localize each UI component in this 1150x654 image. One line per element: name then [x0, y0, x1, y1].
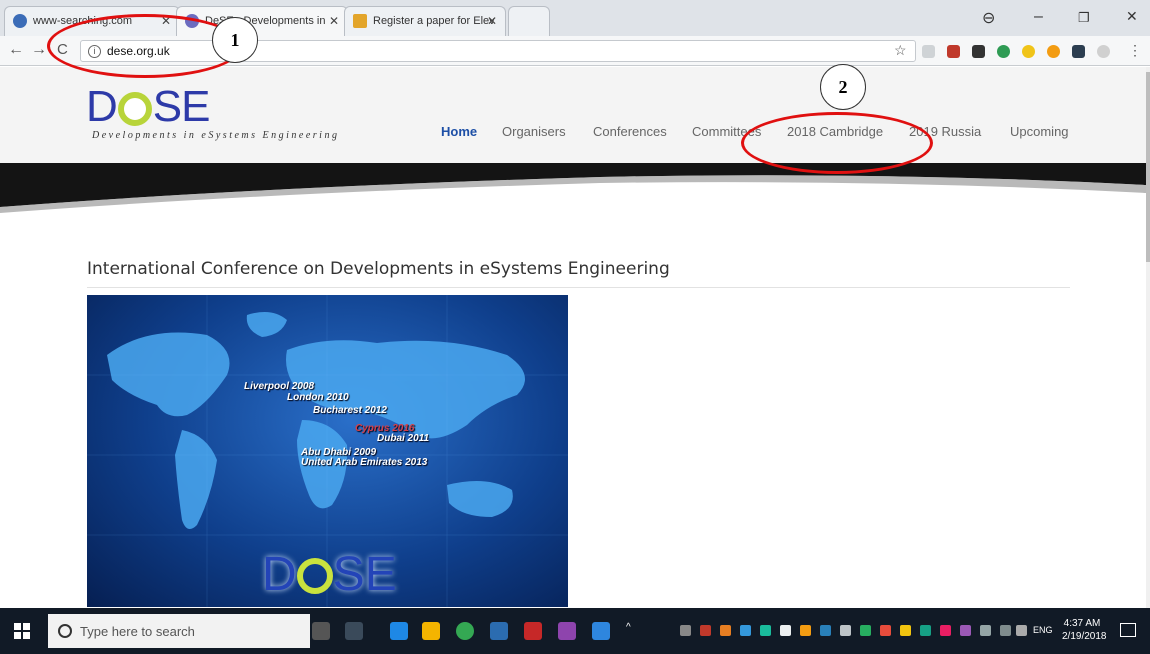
- page-headline: International Conference on Developments…: [87, 259, 670, 279]
- tray-icon[interactable]: [900, 625, 911, 636]
- extension-icon[interactable]: [1047, 45, 1060, 58]
- nav-upcoming[interactable]: Upcoming: [1010, 124, 1069, 139]
- city-label: Liverpool 2008: [244, 381, 315, 392]
- scrollbar-thumb[interactable]: [1146, 72, 1150, 262]
- tray-icon[interactable]: [780, 625, 791, 636]
- banner-dese-logo: D SE: [262, 547, 397, 602]
- restore-icon[interactable]: ❐: [1078, 10, 1090, 26]
- tray-icon[interactable]: [940, 625, 951, 636]
- extension-icon[interactable]: [947, 45, 960, 58]
- logo-d: D: [86, 82, 118, 131]
- dese-logo[interactable]: D SE: [86, 82, 211, 132]
- clock-date: 2/19/2018: [1062, 631, 1107, 642]
- back-icon[interactable]: ←: [8, 41, 24, 59]
- clock-time: 4:37 AM: [1063, 618, 1101, 629]
- close-window-icon[interactable]: ✕: [1126, 8, 1138, 25]
- language-indicator[interactable]: ENG: [1033, 625, 1053, 635]
- bookmark-star-icon[interactable]: ☆: [894, 42, 907, 59]
- app-icon[interactable]: [490, 622, 508, 640]
- taskbar-search-input[interactable]: Type here to search: [48, 614, 310, 648]
- city-label: Dubai 2011: [377, 433, 430, 444]
- banner-logo-d: D: [262, 548, 297, 601]
- cortana-icon: [58, 624, 72, 638]
- site-tagline: Developments in eSystems Engineering: [92, 130, 340, 141]
- extension-icon[interactable]: [997, 45, 1010, 58]
- wifi-icon[interactable]: [1000, 625, 1011, 636]
- tray-icon[interactable]: [920, 625, 931, 636]
- tab-register[interactable]: Register a paper for Elev ✕: [344, 6, 506, 36]
- nav-home[interactable]: Home: [441, 124, 477, 139]
- tray-icon[interactable]: [700, 625, 711, 636]
- banner-logo-se: SE: [332, 548, 397, 601]
- tray-icon[interactable]: [680, 625, 691, 636]
- tray-icon[interactable]: [960, 625, 971, 636]
- header-swoosh-divider: [0, 163, 1146, 213]
- tray-icon[interactable]: [740, 625, 751, 636]
- menu-icon[interactable]: ⋮: [1128, 42, 1142, 59]
- profile-icon[interactable]: ⊖: [982, 8, 995, 28]
- web-page: D SE Developments in eSystems Engineering…: [0, 67, 1150, 608]
- edge-icon[interactable]: [390, 622, 408, 640]
- windows-taskbar: Type here to search ^ ENG 4:37 AM 2/19/2…: [0, 608, 1150, 654]
- extension-icon[interactable]: [1072, 45, 1085, 58]
- minimize-icon[interactable]: –: [1034, 8, 1043, 26]
- tray-icon[interactable]: [800, 625, 811, 636]
- headline-divider: [87, 287, 1070, 288]
- extension-icon[interactable]: [1022, 45, 1035, 58]
- nav-organisers[interactable]: Organisers: [502, 124, 566, 139]
- app-icon[interactable]: [558, 622, 576, 640]
- banner-logo-o-ring-icon: [296, 558, 333, 594]
- site-header: D SE Developments in eSystems Engineering…: [0, 67, 1146, 167]
- search-favicon-icon: [13, 14, 27, 28]
- windows-start-icon[interactable]: [14, 623, 30, 639]
- extension-icon[interactable]: [922, 45, 935, 58]
- close-icon[interactable]: ✕: [329, 14, 339, 28]
- store-icon[interactable]: [422, 622, 440, 640]
- tray-icon[interactable]: [760, 625, 771, 636]
- tray-icon[interactable]: [840, 625, 851, 636]
- tray-icon[interactable]: [720, 625, 731, 636]
- annotation-marker-2: 2: [820, 64, 866, 110]
- forward-icon[interactable]: →: [31, 41, 47, 59]
- city-label: United Arab Emirates 2013: [301, 457, 428, 468]
- notification-center-icon[interactable]: [1120, 623, 1136, 637]
- register-favicon-icon: [353, 14, 367, 28]
- tab-title: Register a paper for Elev: [373, 15, 495, 27]
- annotation-marker-1: 1: [212, 17, 258, 63]
- app-icon[interactable]: [592, 622, 610, 640]
- annotation-ring-2: [741, 112, 933, 174]
- world-map-banner: Liverpool 2008 London 2010 Bucharest 201…: [87, 295, 568, 607]
- logo-o-ring-icon: [117, 92, 152, 126]
- close-icon[interactable]: ✕: [487, 14, 497, 28]
- app-icon[interactable]: [524, 622, 542, 640]
- extension-icon[interactable]: [1097, 45, 1110, 58]
- network-icon[interactable]: [980, 625, 991, 636]
- chrome-icon[interactable]: [456, 622, 474, 640]
- task-view-icon[interactable]: [345, 622, 363, 640]
- tray-icon[interactable]: [860, 625, 871, 636]
- city-label: Bucharest 2012: [313, 405, 387, 416]
- new-tab-button[interactable]: [508, 6, 550, 36]
- microphone-icon[interactable]: [312, 622, 330, 640]
- extension-icon[interactable]: [972, 45, 985, 58]
- tray-icon[interactable]: [880, 625, 891, 636]
- city-label: London 2010: [287, 392, 349, 403]
- search-placeholder: Type here to search: [80, 624, 195, 639]
- show-hidden-icons[interactable]: ^: [626, 622, 631, 633]
- system-clock[interactable]: 4:37 AM 2/19/2018: [1062, 617, 1107, 643]
- nav-conferences[interactable]: Conferences: [593, 124, 667, 139]
- volume-icon[interactable]: [1016, 625, 1027, 636]
- tray-icon[interactable]: [820, 625, 831, 636]
- logo-se: SE: [152, 82, 211, 131]
